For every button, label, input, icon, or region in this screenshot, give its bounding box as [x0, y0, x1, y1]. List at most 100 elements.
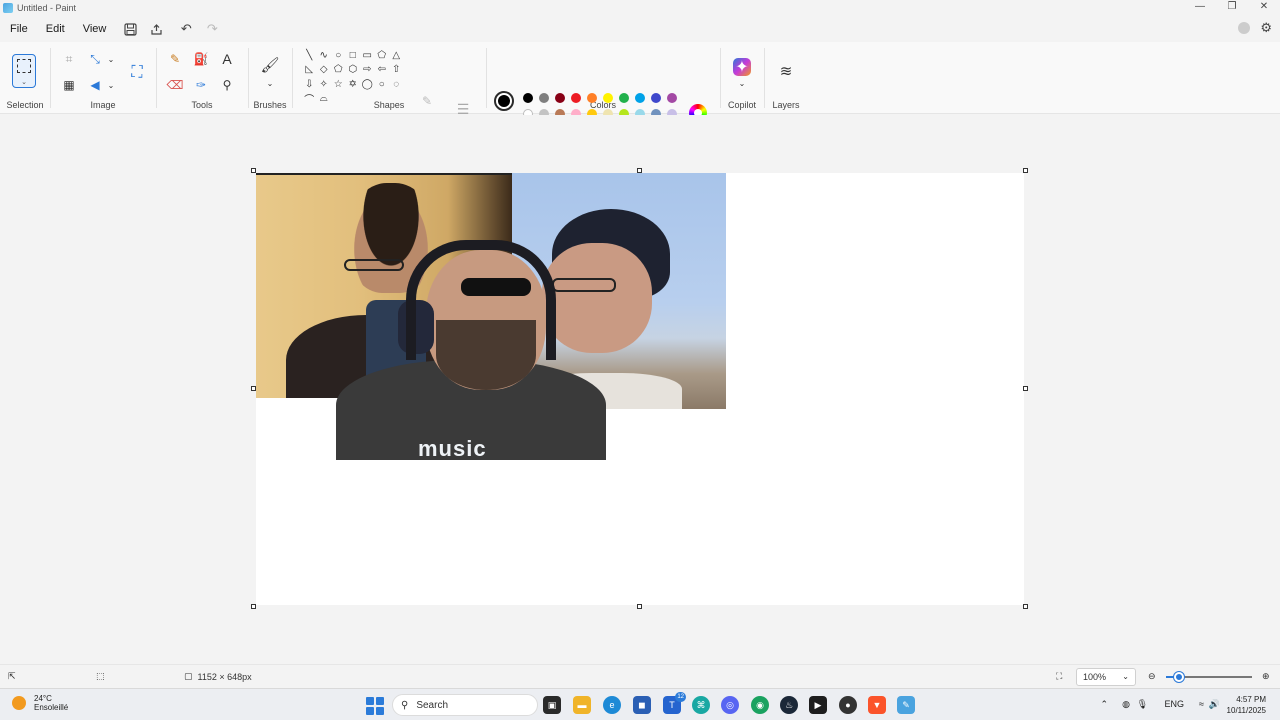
shape-tool-9[interactable]: ⬠ [331, 63, 346, 78]
resize-handle-bottom[interactable] [637, 604, 642, 609]
selection-button[interactable]: ⌄ [12, 54, 36, 88]
shape-tool-7[interactable]: ◺ [302, 63, 317, 78]
edge-browser-icon[interactable]: e [603, 696, 621, 714]
resize-handle-left[interactable] [251, 386, 256, 391]
brush-icon[interactable]: 🖌 [260, 56, 279, 74]
shape-tool-14[interactable]: ⇩ [302, 77, 317, 92]
pasted-image-man-with-headset[interactable]: music [336, 240, 620, 460]
crop-icon[interactable]: ⌗ [60, 50, 78, 68]
windows-start-icon[interactable] [366, 697, 384, 715]
terminal-icon[interactable]: ▶ [809, 696, 827, 714]
restore-button[interactable]: ❐ [1216, 0, 1248, 16]
save-icon[interactable] [119, 18, 141, 40]
chevron-down-icon[interactable]: ⌄ [733, 74, 751, 92]
shape-tool-5[interactable]: ⬠ [375, 48, 390, 63]
color-swatch[interactable] [571, 93, 581, 103]
shape-tool-8[interactable]: ◇ [317, 63, 332, 78]
fill-bucket-icon[interactable]: ⛽ [192, 50, 210, 68]
remove-background-icon[interactable]: ▦ [60, 76, 78, 94]
brave-browser-icon[interactable]: ▼ [868, 696, 886, 714]
teams-icon[interactable]: T 12 [663, 692, 686, 714]
volume-icon[interactable]: 🔊 [1209, 699, 1220, 710]
shape-tool-15[interactable]: ✧ [317, 77, 332, 92]
shape-tool-13[interactable]: ⇧ [389, 63, 404, 78]
shape-tool-6[interactable]: △ [389, 48, 404, 63]
shape-tool-12[interactable]: ⇦ [375, 63, 390, 78]
resize-handle-bottom-right[interactable] [1023, 604, 1028, 609]
microphone-icon[interactable]: 🎙 [1137, 699, 1148, 710]
shape-tool-10[interactable]: ⬡ [346, 63, 361, 78]
color-swatch[interactable] [539, 93, 549, 103]
file-explorer-icon[interactable]: ▬ [573, 696, 591, 714]
discord-icon[interactable]: ◎ [721, 696, 739, 714]
shape-tool-19[interactable]: ○ [375, 77, 390, 92]
taskbar-search[interactable]: ⚲ Search [392, 694, 538, 716]
shape-tool-3[interactable]: □ [346, 48, 361, 63]
magnifier-icon[interactable]: ⚲ [218, 76, 236, 94]
minimize-button[interactable]: — [1184, 0, 1216, 16]
shape-tool-22[interactable]: ⌓ [317, 92, 332, 107]
fit-to-window-icon[interactable]: ⛶ [1056, 671, 1062, 682]
chevron-down-icon[interactable]: ⌄ [102, 76, 120, 94]
shape-tool-21[interactable]: ⌒ [302, 92, 317, 106]
shape-tool-4[interactable]: ▭ [360, 48, 375, 63]
resize-handle-bottom-left[interactable] [251, 604, 256, 609]
shape-tool-2[interactable]: ○ [331, 48, 346, 63]
shape-tool-16[interactable]: ☆ [331, 77, 346, 92]
menu-edit[interactable]: Edit [37, 18, 74, 40]
color-swatch[interactable] [603, 93, 613, 103]
shape-tool-0[interactable]: ╲ [302, 48, 317, 63]
microsoft-store-icon[interactable]: ◼ [633, 696, 651, 714]
color-swatch[interactable] [619, 93, 629, 103]
pencil-icon[interactable]: ✎ [166, 50, 184, 68]
zoom-out-icon[interactable]: ⊖ [1148, 671, 1156, 682]
zoom-slider-thumb[interactable] [1173, 672, 1184, 682]
eraser-icon[interactable]: ⌫ [166, 76, 184, 94]
resize-handle-top-left[interactable] [251, 168, 256, 173]
chrome-icon[interactable]: ◉ [751, 696, 769, 714]
color-swatch[interactable] [667, 93, 677, 103]
image-select-icon[interactable]: ⛶ [126, 62, 148, 84]
chevron-up-icon[interactable]: ⌃ [1100, 699, 1108, 710]
outline-icon[interactable]: ✎ [418, 92, 436, 110]
zoom-slider[interactable] [1166, 672, 1252, 682]
shape-tool-20[interactable]: ◌ [389, 77, 404, 92]
weather-widget[interactable]: 24°C Ensoleillé [12, 694, 68, 712]
obs-icon[interactable]: ● [839, 696, 857, 714]
text-tool-icon[interactable]: A [218, 50, 236, 68]
paint-taskbar-icon[interactable]: ✎ [897, 696, 915, 714]
undo-icon[interactable]: ↶ [175, 18, 197, 40]
settings-gear-icon[interactable]: ⚙ [1260, 20, 1272, 36]
shape-tool-11[interactable]: ⇨ [360, 63, 375, 78]
shape-tool-1[interactable]: ∿ [317, 48, 332, 63]
shape-tool-17[interactable]: ✡ [346, 77, 361, 92]
menu-view[interactable]: View [74, 18, 116, 40]
language-indicator[interactable]: ENG [1164, 699, 1184, 709]
color-swatch[interactable] [587, 93, 597, 103]
close-button[interactable]: ✕ [1248, 0, 1280, 16]
redo-icon[interactable]: ↷ [201, 18, 223, 40]
layers-icon[interactable]: ≋ [777, 62, 795, 80]
share-icon[interactable] [145, 18, 167, 40]
network-globe-icon[interactable]: ◍ [1122, 699, 1130, 710]
clock[interactable]: 4:57 PM 10/11/2025 [1227, 694, 1266, 716]
color-swatch[interactable] [651, 93, 661, 103]
zoom-select[interactable]: 100% ⌄ [1076, 668, 1136, 686]
shape-tool-18[interactable]: ◯ [360, 77, 375, 92]
app-icon-teal[interactable]: ⌘ [692, 696, 710, 714]
color-swatch[interactable] [635, 93, 645, 103]
color-picker-icon[interactable]: ✑ [192, 76, 210, 94]
task-view-icon[interactable]: ▣ [543, 696, 561, 714]
chevron-down-icon[interactable]: ⌄ [261, 74, 279, 92]
wifi-icon[interactable]: ≈ [1199, 699, 1204, 709]
resize-handle-top[interactable] [637, 168, 642, 173]
primary-color-swatch[interactable] [494, 91, 514, 111]
resize-handle-right[interactable] [1023, 386, 1028, 391]
chevron-down-icon[interactable]: ⌄ [102, 50, 120, 68]
resize-handle-top-right[interactable] [1023, 168, 1028, 173]
steam-icon[interactable]: ♨ [780, 696, 798, 714]
zoom-in-icon[interactable]: ⊕ [1262, 671, 1270, 682]
color-swatch[interactable] [555, 93, 565, 103]
color-swatch[interactable] [523, 93, 533, 103]
menu-file[interactable]: File [1, 18, 37, 40]
